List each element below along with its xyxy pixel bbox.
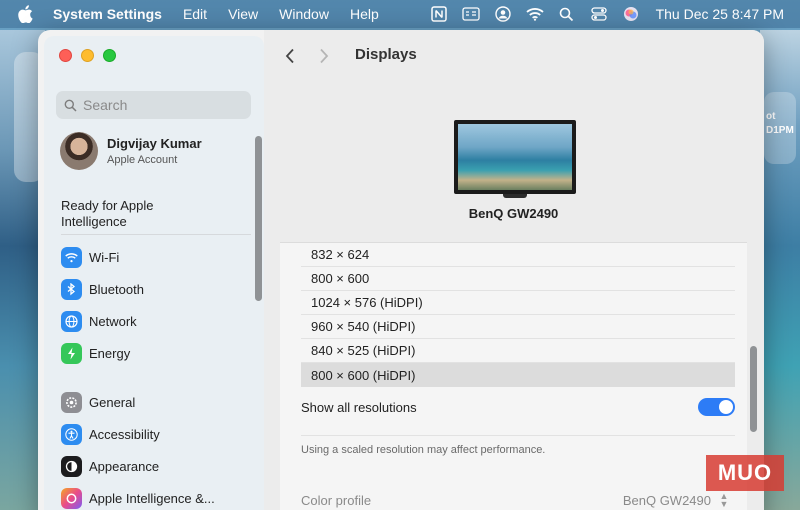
account-subtitle: Apple Account bbox=[107, 154, 178, 166]
bluetooth-icon bbox=[61, 278, 82, 300]
sidebar-item-label: Apple Intelligence &... bbox=[89, 490, 215, 506]
sidebar-item-label: Network bbox=[89, 313, 137, 329]
sidebar-divider bbox=[61, 234, 251, 235]
monitor-stand bbox=[503, 194, 527, 198]
system-settings-window: Search Digvijay Kumar Apple Account Read… bbox=[38, 30, 764, 510]
menu-view[interactable]: View bbox=[228, 6, 258, 22]
control-center-icon[interactable] bbox=[590, 5, 608, 23]
menu-bar-clock[interactable]: Thu Dec 25 8:47 PM bbox=[656, 6, 784, 22]
display-preview: BenQ GW2490 bbox=[280, 96, 747, 242]
color-profile-value[interactable]: BenQ GW2490 bbox=[623, 493, 711, 508]
input-source-icon[interactable] bbox=[461, 5, 480, 23]
sidebar-item-label: Wi-Fi bbox=[89, 249, 120, 265]
sidebar-item-bluetooth[interactable]: Bluetooth bbox=[61, 273, 251, 305]
wifi-icon bbox=[61, 246, 82, 268]
sidebar-item-appearance[interactable]: Appearance bbox=[61, 450, 251, 482]
show-all-resolutions-label: Show all resolutions bbox=[301, 399, 417, 415]
sidebar-item-wifi[interactable]: Wi-Fi bbox=[61, 241, 251, 273]
show-all-resolutions-row: Show all resolutions bbox=[301, 395, 735, 419]
gear-icon bbox=[61, 391, 82, 413]
resolution-option[interactable]: 832 × 624 bbox=[301, 243, 735, 267]
sidebar-item-label: Bluetooth bbox=[89, 281, 144, 297]
minimize-button[interactable] bbox=[81, 49, 94, 62]
toggle-knob bbox=[719, 400, 733, 414]
sidebar-item-label: Appearance bbox=[89, 458, 160, 474]
avatar bbox=[60, 132, 98, 170]
sidebar-item-energy[interactable]: Energy bbox=[61, 337, 251, 369]
search-icon bbox=[64, 99, 77, 112]
user-switch-icon[interactable] bbox=[494, 5, 512, 23]
muo-watermark: MUO bbox=[706, 455, 784, 491]
apple-menu-icon[interactable] bbox=[17, 5, 35, 23]
app-menu-system-settings[interactable]: System Settings bbox=[53, 6, 162, 22]
notion-icon[interactable] bbox=[430, 5, 448, 23]
monitor-screen bbox=[458, 124, 572, 190]
resolution-option[interactable]: 840 × 525 (HiDPI) bbox=[301, 339, 735, 363]
sidebar-item-label: Energy bbox=[89, 345, 131, 361]
monitor-icon[interactable] bbox=[454, 120, 576, 194]
sidebar-group-system: General Accessibility Appearance Apple I… bbox=[61, 386, 251, 510]
battery-icon bbox=[61, 342, 82, 364]
window-controls bbox=[59, 49, 116, 62]
sidebar-group-network: Wi-Fi Bluetooth Network Energy bbox=[61, 241, 251, 369]
search-input[interactable]: Search bbox=[56, 91, 251, 119]
color-profile-label: Color profile bbox=[301, 492, 372, 508]
show-all-resolutions-toggle[interactable] bbox=[698, 398, 735, 416]
resolution-option[interactable]: 1024 × 576 (HiDPI) bbox=[301, 291, 735, 315]
scaled-resolution-hint: Using a scaled resolution may affect per… bbox=[301, 435, 735, 456]
chevron-updown-icon[interactable]: ▲ ▼ bbox=[717, 492, 731, 509]
sidebar: Search Digvijay Kumar Apple Account Read… bbox=[44, 36, 264, 510]
desktop-widget-right: ot D1PM bbox=[764, 92, 796, 164]
sidebar-item-accessibility[interactable]: Accessibility bbox=[61, 418, 251, 450]
sidebar-item-apple-intelligence[interactable]: Apple Intelligence &... bbox=[61, 482, 251, 510]
spotlight-search-icon[interactable] bbox=[558, 5, 576, 23]
menu-window[interactable]: Window bbox=[279, 6, 329, 22]
forward-button[interactable] bbox=[312, 44, 336, 68]
sidebar-item-network[interactable]: Network bbox=[61, 305, 251, 337]
zoom-button[interactable] bbox=[103, 49, 116, 62]
resolution-option[interactable]: 800 × 600 bbox=[301, 267, 735, 291]
sidebar-item-label: Accessibility bbox=[89, 426, 160, 442]
ready-for-apple-intelligence[interactable]: Ready for Apple Intelligence bbox=[61, 198, 211, 230]
menu-bar: System Settings Edit View Window Help Th… bbox=[0, 0, 800, 28]
content-scrollbar[interactable] bbox=[750, 346, 757, 432]
color-profile-row: Color profile BenQ GW2490 ▲ ▼ bbox=[301, 489, 735, 510]
resolution-option[interactable]: 960 × 540 (HiDPI) bbox=[301, 315, 735, 339]
sidebar-item-general[interactable]: General bbox=[61, 386, 251, 418]
back-button[interactable] bbox=[278, 44, 302, 68]
displays-pane: Displays BenQ GW2490 832 × 624 800 × 600… bbox=[264, 30, 764, 510]
menu-help[interactable]: Help bbox=[350, 6, 379, 22]
sidebar-scrollbar[interactable] bbox=[255, 136, 262, 301]
wifi-status-icon[interactable] bbox=[525, 5, 544, 23]
status-area: Thu Dec 25 8:47 PM bbox=[430, 0, 784, 28]
page-title: Displays bbox=[355, 46, 417, 63]
search-placeholder: Search bbox=[83, 97, 128, 113]
appearance-icon bbox=[61, 455, 82, 477]
display-name: BenQ GW2490 bbox=[468, 206, 559, 221]
resolution-option-selected[interactable]: 800 × 600 (HiDPI) bbox=[301, 363, 735, 387]
accessibility-icon bbox=[61, 423, 82, 445]
globe-icon bbox=[61, 310, 82, 332]
menu-edit[interactable]: Edit bbox=[183, 6, 207, 22]
apple-account-item[interactable]: Digvijay Kumar Apple Account bbox=[60, 132, 202, 170]
account-name: Digvijay Kumar bbox=[107, 136, 202, 151]
siri-icon[interactable] bbox=[622, 5, 640, 23]
resolution-list: 832 × 624 800 × 600 1024 × 576 (HiDPI) 9… bbox=[280, 242, 747, 510]
toolbar: Displays bbox=[264, 30, 764, 82]
close-button[interactable] bbox=[59, 49, 72, 62]
apple-intelligence-icon bbox=[61, 487, 82, 509]
sidebar-item-label: General bbox=[89, 394, 136, 410]
